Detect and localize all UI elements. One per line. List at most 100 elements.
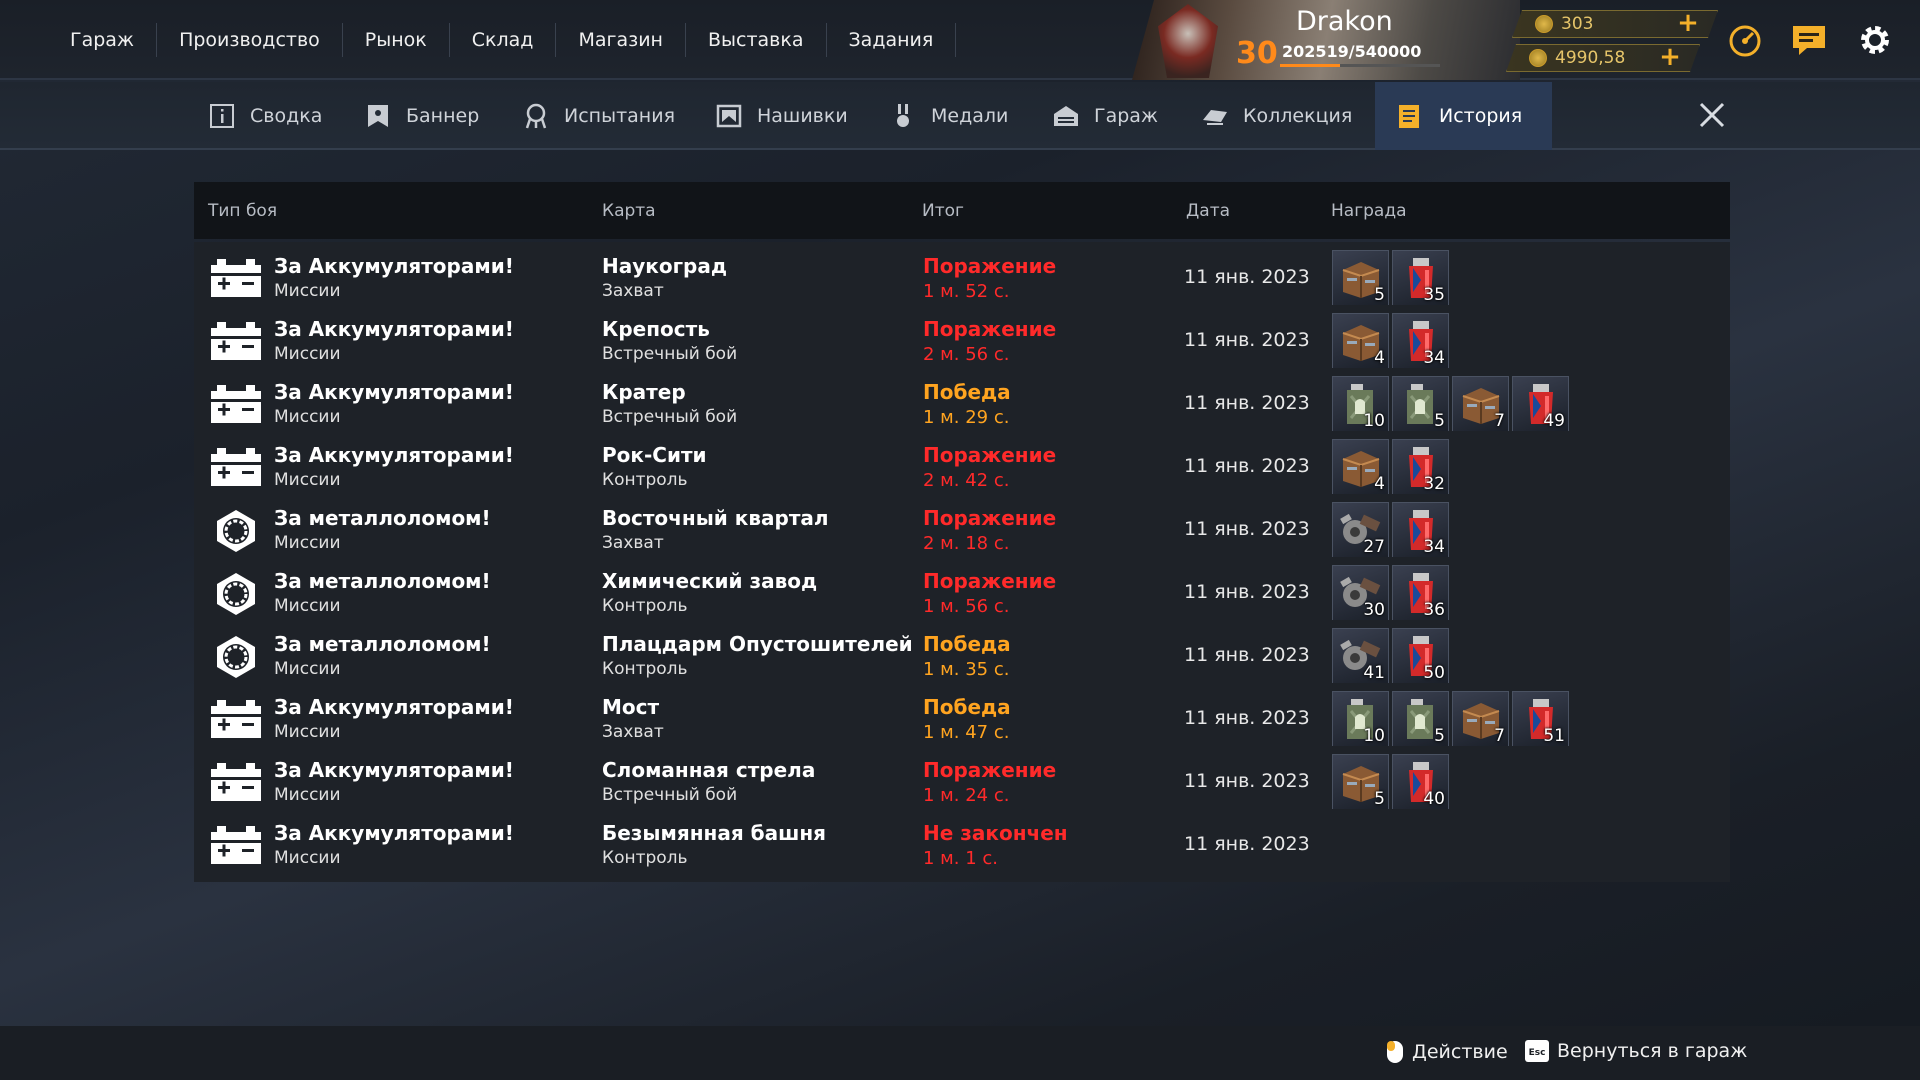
reward-item[interactable]: 41	[1332, 628, 1389, 685]
reward-list: 10 5 7 49	[1332, 376, 1572, 433]
reward-item[interactable]: 49	[1512, 376, 1569, 433]
nav-warehouse[interactable]: Склад	[450, 23, 557, 57]
reward-item[interactable]: 4	[1332, 439, 1389, 496]
gear-icon[interactable]	[1855, 20, 1895, 60]
header-reward: Награда	[1331, 200, 1407, 221]
mouse-icon	[1387, 1041, 1403, 1063]
player-card[interactable]: 30 Drakon 202519/540000	[1132, 0, 1520, 80]
nav-shop[interactable]: Магазин	[556, 23, 686, 57]
reward-item[interactable]: 40	[1392, 754, 1449, 811]
tab-banner[interactable]: Баннер	[364, 82, 479, 150]
battle-duration: 1 м. 24 с.	[923, 785, 1010, 806]
tab-summary[interactable]: Сводка	[208, 82, 322, 150]
map-name: Рок-Сити	[602, 443, 707, 467]
reward-count: 4	[1374, 474, 1385, 494]
map-mode: Встречный бой	[602, 344, 738, 364]
tab-challenges[interactable]: Испытания	[522, 82, 675, 150]
battle-date: 11 янв. 2023	[1184, 581, 1310, 603]
reward-count: 4	[1374, 348, 1385, 368]
player-name: Drakon	[1296, 6, 1393, 37]
tab-medals[interactable]: Медали	[889, 82, 1008, 150]
reward-item[interactable]: 35	[1392, 250, 1449, 307]
tab-summary-label: Сводка	[250, 105, 323, 127]
battle-date: 11 янв. 2023	[1184, 392, 1310, 414]
battle-mode-title: За Аккумуляторами!	[274, 380, 514, 404]
map-mode: Контроль	[602, 848, 688, 868]
tab-patches[interactable]: Нашивки	[715, 82, 848, 150]
battle-mode-title: За металлоломом!	[274, 632, 491, 656]
tab-garage[interactable]: Гараж	[1052, 82, 1158, 150]
reward-item[interactable]: 10	[1332, 691, 1389, 748]
reward-list: 41 50	[1332, 628, 1452, 685]
battle-duration: 2 м. 56 с.	[923, 344, 1010, 365]
reward-item[interactable]: 27	[1332, 502, 1389, 559]
reward-item[interactable]: 50	[1392, 628, 1449, 685]
nav-market[interactable]: Рынок	[343, 23, 450, 57]
speedometer-icon[interactable]	[1725, 20, 1765, 60]
reward-item[interactable]: 5	[1392, 376, 1449, 433]
header-date: Дата	[1186, 200, 1231, 221]
reward-item[interactable]: 7	[1452, 376, 1509, 433]
tab-challenges-label: Испытания	[564, 105, 675, 127]
close-icon[interactable]	[1697, 100, 1727, 130]
reward-count: 5	[1434, 726, 1445, 746]
map-mode: Встречный бой	[602, 407, 738, 427]
battle-mode-category: Миссии	[274, 281, 341, 301]
reward-item[interactable]: 7	[1452, 691, 1509, 748]
reward-count: 7	[1494, 411, 1505, 431]
reward-item[interactable]: 30	[1332, 565, 1389, 622]
battle-mode-title: За Аккумуляторами!	[274, 443, 514, 467]
battle-mode-title: За Аккумуляторами!	[274, 317, 514, 341]
nav-exhibition[interactable]: Выставка	[686, 23, 827, 57]
add-coins-button[interactable]: +	[1657, 45, 1683, 71]
map-name: Кратер	[602, 380, 686, 404]
reward-count: 40	[1423, 789, 1445, 809]
reward-item[interactable]: 34	[1392, 502, 1449, 559]
battle-date: 11 янв. 2023	[1184, 455, 1310, 477]
add-gold-button[interactable]: +	[1675, 11, 1701, 37]
nav-production[interactable]: Производство	[157, 23, 343, 57]
reward-item[interactable]: 10	[1332, 376, 1389, 433]
tab-history[interactable]: История	[1375, 82, 1553, 150]
history-icon	[1399, 105, 1419, 128]
banner-icon	[368, 105, 388, 127]
map-mode: Встречный бой	[602, 785, 738, 805]
gold-coin-icon	[1535, 15, 1553, 33]
battle-mode-category: Миссии	[274, 344, 341, 364]
reward-item[interactable]: 51	[1512, 691, 1569, 748]
reward-item[interactable]: 34	[1392, 313, 1449, 370]
battle-duration: 1 м. 52 с.	[923, 281, 1010, 302]
nav-garage[interactable]: Гараж	[46, 23, 158, 57]
footer-bar: Действие Esc Вернуться в гараж	[0, 1026, 1920, 1080]
battle-duration: 1 м. 1 с.	[923, 848, 998, 869]
battle-result: Победа	[923, 380, 1011, 404]
top-nav: Гараж Производство Рынок Склад Магазин В…	[46, 0, 957, 80]
reward-item[interactable]: 5	[1332, 250, 1389, 307]
reward-item[interactable]: 32	[1392, 439, 1449, 496]
map-mode: Контроль	[602, 596, 688, 616]
table-row[interactable]: За Аккумуляторами! Миссии Безымянная баш…	[194, 809, 1730, 882]
map-name: Сломанная стрела	[602, 758, 816, 782]
nav-tasks[interactable]: Задания	[827, 23, 957, 57]
battle-duration: 1 м. 47 с.	[923, 722, 1010, 743]
battle-mode-category: Миссии	[274, 533, 341, 553]
chat-icon[interactable]	[1789, 20, 1829, 60]
reward-item[interactable]: 5	[1392, 691, 1449, 748]
battle-mode-title: За металлоломом!	[274, 506, 491, 530]
map-mode: Захват	[602, 281, 664, 301]
battle-mode-category: Миссии	[274, 407, 341, 427]
reward-item[interactable]: 5	[1332, 754, 1389, 811]
battle-mode-category: Миссии	[274, 722, 341, 742]
reward-item[interactable]: 4	[1332, 313, 1389, 370]
map-name: Химический завод	[602, 569, 818, 593]
action-hint[interactable]: Действие	[1386, 1040, 1508, 1064]
tab-collection[interactable]: Коллекция	[1201, 82, 1352, 150]
reward-item[interactable]: 36	[1392, 565, 1449, 622]
header-result: Итог	[922, 200, 964, 221]
map-name: Восточный квартал	[602, 506, 829, 530]
reward-count: 50	[1423, 663, 1445, 683]
reward-list: 30 36	[1332, 565, 1452, 622]
reward-count: 35	[1423, 285, 1445, 305]
back-to-garage-button[interactable]: Esc Вернуться в гараж	[1525, 1040, 1747, 1062]
reward-count: 51	[1543, 726, 1565, 746]
